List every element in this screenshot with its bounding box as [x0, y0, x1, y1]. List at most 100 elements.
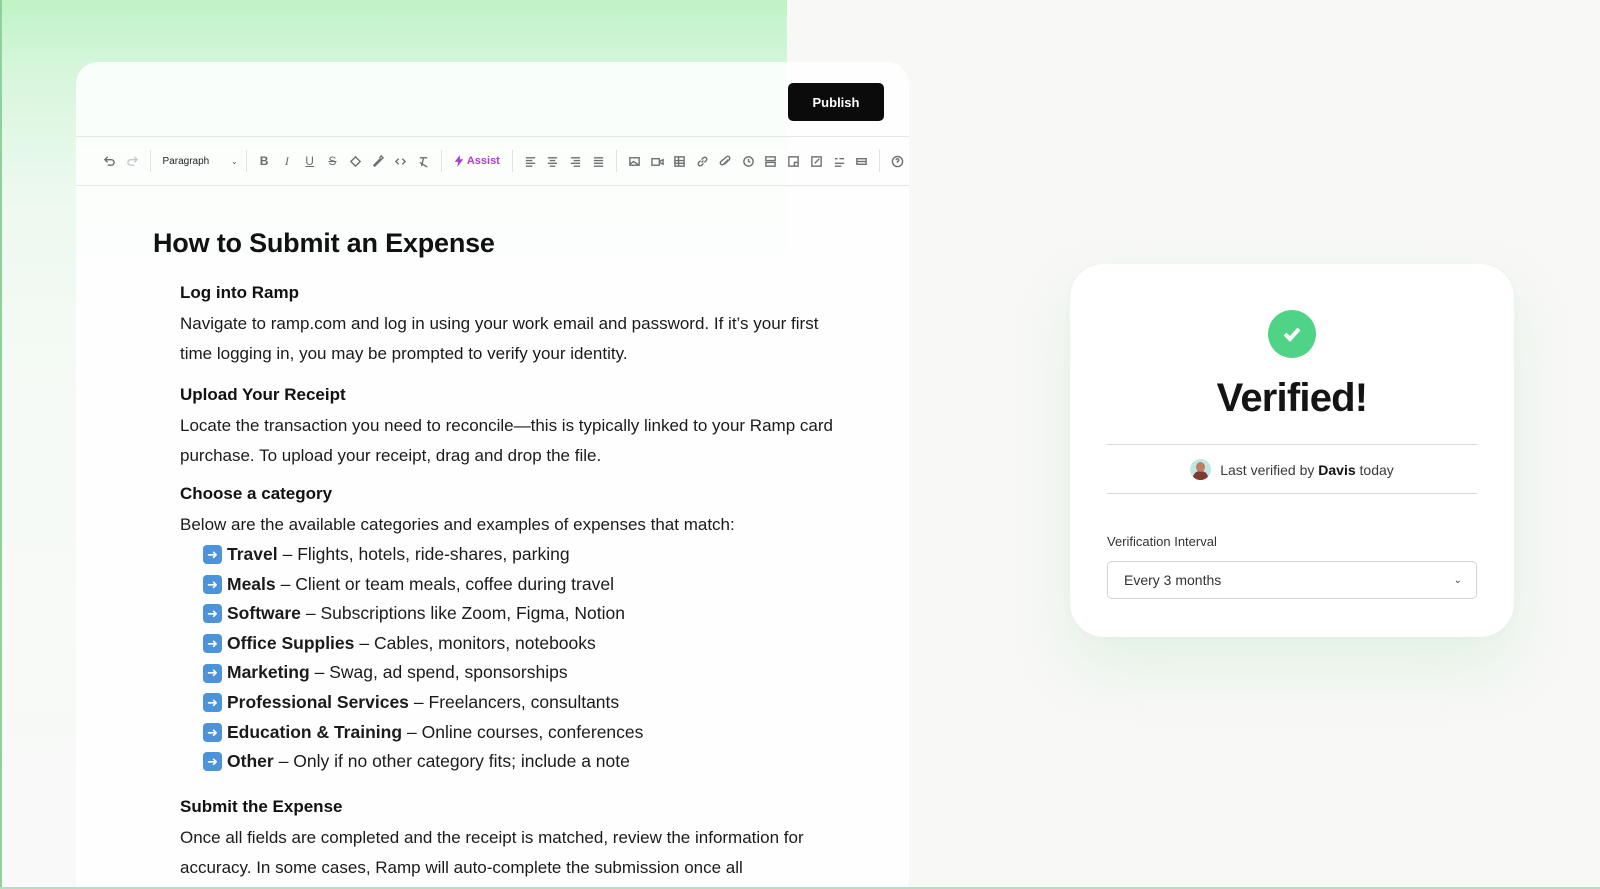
- checkmark-icon: [1268, 310, 1316, 358]
- category-desc: – Cables, monitors, notebooks: [359, 632, 596, 653]
- checklist-icon[interactable]: [828, 150, 851, 172]
- strikethrough-icon[interactable]: S: [321, 150, 344, 172]
- section-upload-receipt: Upload Your Receipt Locate the transacti…: [180, 385, 909, 471]
- attachment-icon[interactable]: [714, 150, 737, 172]
- undo-icon[interactable]: [98, 150, 121, 172]
- list-item: ➜ Marketing – Swag, ad spend, sponsorships: [203, 658, 909, 688]
- interval-value: Every 3 months: [1124, 572, 1222, 588]
- editor-header: Publish: [76, 62, 909, 136]
- pen-icon[interactable]: [367, 150, 390, 172]
- highlight-icon[interactable]: [344, 150, 367, 172]
- assist-label: Assist: [466, 155, 500, 167]
- category-name: Meals: [227, 573, 276, 594]
- arrow-right-icon: ➜: [203, 663, 222, 683]
- block-format-label: Paragraph: [162, 155, 210, 167]
- block-format-select[interactable]: Paragraph ⌄: [161, 156, 240, 167]
- divider: [1107, 444, 1477, 445]
- section-heading: Submit the Expense: [180, 796, 343, 816]
- arrow-right-icon: ➜: [203, 752, 222, 772]
- document-body[interactable]: How to Submit an Expense Log into Ramp N…: [76, 186, 909, 883]
- last-verified-suffix: today: [1359, 461, 1394, 478]
- editor-card: Publish Paragraph ⌄ B I U S Assist How t…: [76, 62, 909, 889]
- divider-block-icon[interactable]: [759, 150, 782, 172]
- last-verified-prefix: Last verified by: [1220, 461, 1315, 478]
- chevron-down-icon: ⌄: [231, 156, 238, 166]
- list-item: ➜ Office Supplies – Cables, monitors, note…: [203, 629, 909, 659]
- list-item: ➜ Software – Subscriptions like Zoom, Figm…: [203, 599, 909, 629]
- toolbar-divider: [440, 150, 442, 172]
- category-desc: – Online courses, conferences: [407, 721, 644, 742]
- verification-interval-select[interactable]: Every 3 months ⌄: [1107, 561, 1477, 599]
- toolbar-divider: [149, 150, 151, 172]
- category-desc: – Subscriptions like Zoom, Figma, Notion: [305, 603, 625, 624]
- video-icon[interactable]: [646, 150, 669, 172]
- image-icon[interactable]: [623, 150, 646, 172]
- arrow-right-icon: ➜: [203, 604, 222, 624]
- list-item: ➜ Travel – Flights, hotels, ride-shares, p…: [203, 540, 909, 570]
- horizontal-rule-icon[interactable]: [851, 150, 874, 172]
- align-center-icon[interactable]: [542, 150, 565, 172]
- arrow-right-icon: ➜: [203, 634, 222, 654]
- interval-label: Verification Interval: [1107, 534, 1217, 549]
- toolbar-divider: [245, 150, 247, 172]
- editor-toolbar: Paragraph ⌄ B I U S Assist: [76, 136, 909, 186]
- redo-icon[interactable]: [121, 150, 144, 172]
- list-item: ➜ Education & Training – Online courses, c…: [203, 718, 909, 748]
- publish-button[interactable]: Publish: [788, 83, 884, 121]
- category-name: Software: [227, 603, 301, 624]
- callout-icon[interactable]: [805, 150, 828, 172]
- toolbar-divider: [615, 150, 617, 172]
- category-list: ➜ Travel – Flights, hotels, ride-shares, p…: [203, 540, 909, 777]
- underline-icon[interactable]: U: [298, 150, 321, 172]
- category-desc: – Freelancers, consultants: [413, 691, 620, 712]
- category-name: Professional Services: [227, 691, 409, 712]
- help-icon[interactable]: [886, 150, 909, 172]
- list-item: ➜ Other – Only if no other category fits; …: [203, 747, 909, 777]
- assist-button[interactable]: Assist: [448, 155, 506, 167]
- section-body: Once all fields are completed and the re…: [180, 827, 804, 877]
- section-log-in: Log into Ramp Navigate to ramp.com and l…: [180, 283, 909, 369]
- verified-title: Verified!: [1216, 376, 1368, 420]
- align-justify-icon[interactable]: [587, 150, 610, 172]
- align-right-icon[interactable]: [564, 150, 587, 172]
- document-title[interactable]: How to Submit an Expense: [153, 228, 909, 259]
- category-name: Office Supplies: [227, 632, 355, 653]
- clear-format-icon[interactable]: [412, 150, 435, 172]
- divider: [1107, 493, 1477, 494]
- category-desc: – Swag, ad spend, sponsorships: [314, 662, 568, 683]
- last-verified-row: Last verified by Davis today: [1070, 459, 1514, 480]
- section-body: Navigate to ramp.com and log in using yo…: [180, 314, 819, 363]
- section-body: Below are the available categories and e…: [180, 515, 735, 534]
- chevron-down-icon: ⌄: [1453, 574, 1462, 586]
- bold-icon[interactable]: B: [253, 150, 276, 172]
- code-icon[interactable]: [389, 150, 412, 172]
- verifier-name: Davis: [1318, 461, 1356, 478]
- italic-icon[interactable]: I: [275, 150, 298, 172]
- section-submit-expense: Submit the Expense Once all fields are c…: [180, 797, 909, 883]
- note-icon[interactable]: [782, 150, 805, 172]
- toolbar-divider: [511, 150, 513, 172]
- category-desc: – Client or team meals, coffee during tr…: [280, 573, 614, 594]
- arrow-right-icon: ➜: [203, 693, 222, 713]
- section-choose-category: Choose a category Below are the availabl…: [180, 484, 909, 777]
- category-desc: – Flights, hotels, ride-shares, parking: [282, 544, 570, 564]
- verification-card: Verified! Last verified by Davis today V…: [1070, 264, 1514, 637]
- avatar: [1190, 459, 1212, 480]
- section-heading: Log into Ramp: [180, 283, 299, 302]
- section-heading: Choose a category: [180, 484, 333, 503]
- arrow-right-icon: ➜: [203, 545, 222, 565]
- arrow-right-icon: ➜: [203, 574, 222, 594]
- embed-icon[interactable]: [737, 150, 760, 172]
- last-verified-text: Last verified by Davis today: [1220, 462, 1394, 478]
- table-icon[interactable]: [668, 150, 691, 172]
- toolbar-divider: [879, 150, 881, 172]
- category-desc: – Only if no other category fits; includ…: [278, 751, 630, 772]
- section-heading: Upload Your Receipt: [180, 385, 346, 404]
- category-name: Marketing: [227, 662, 310, 683]
- lightning-icon: [454, 155, 464, 167]
- list-item: ➜ Meals – Client or team meals, coffee dur…: [203, 570, 909, 600]
- category-name: Travel: [227, 544, 278, 564]
- align-left-icon[interactable]: [519, 150, 542, 172]
- link-icon[interactable]: [691, 150, 714, 172]
- list-item: ➜ Professional Services – Freelancers, con…: [203, 688, 909, 718]
